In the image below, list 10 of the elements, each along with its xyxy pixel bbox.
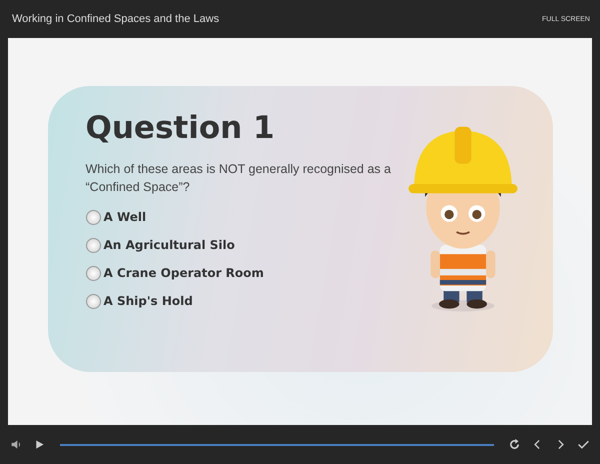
answer-option[interactable]: An Agricultural Silo — [86, 236, 235, 254]
replay-icon[interactable] — [508, 438, 521, 451]
answer-option[interactable]: A Crane Operator Room — [86, 264, 264, 282]
question-prompt: Which of these areas is NOT generally recognised as a “Confined Space”? — [86, 160, 392, 196]
question-heading: Question 1 — [86, 110, 276, 146]
submit-check-icon[interactable] — [577, 438, 590, 451]
course-title: Working in Confined Spaces and the Laws — [12, 13, 220, 25]
answer-option[interactable]: A Well — [86, 208, 146, 226]
answer-option[interactable]: A Ship's Hold — [86, 292, 193, 310]
volume-icon[interactable] — [10, 438, 23, 451]
